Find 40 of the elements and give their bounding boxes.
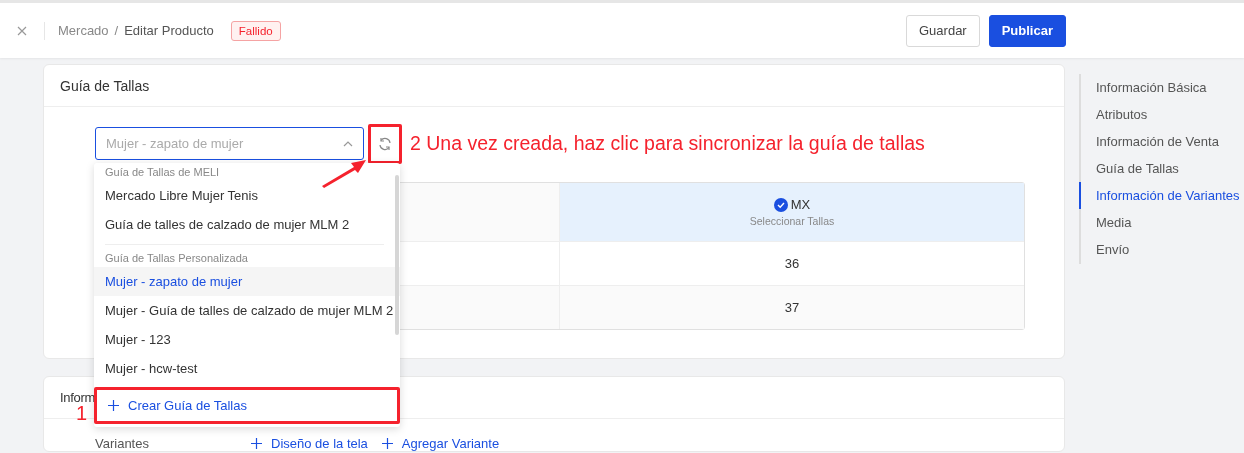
publish-button[interactable]: Publicar <box>988 14 1066 47</box>
annotation-arrow <box>320 158 368 188</box>
nav-item[interactable]: Información Básica <box>1079 74 1240 101</box>
group-label: Guía de Tallas de MELI <box>104 165 220 180</box>
breadcrumb-separator: / <box>114 23 119 38</box>
plus-icon <box>381 438 393 449</box>
breadcrumb-item: Editar Producto <box>124 23 214 38</box>
check-circle-icon[interactable] <box>773 197 788 212</box>
breadcrumb-item[interactable]: Mercado <box>58 23 109 38</box>
dropdown-option[interactable]: Mujer - zapato de mujer <box>94 267 400 296</box>
nav-item[interactable]: Envío <box>1079 236 1240 263</box>
refresh-icon <box>378 136 392 151</box>
caret-icon <box>343 140 353 147</box>
dropdown-option[interactable]: Guía de talles de calzado de mujer MLM 2 <box>94 210 400 239</box>
nav-item[interactable]: Información de Variantes <box>1079 182 1240 209</box>
dropdown-option[interactable]: Mercado Libre Mujer Tenis <box>94 181 400 210</box>
column-subtitle: Seleccionar Tallas <box>749 215 835 227</box>
group-label: Guía de Tallas Personalizada <box>104 251 248 266</box>
table-cell-text: 37 <box>783 299 801 317</box>
nav-item[interactable]: Media <box>1079 209 1240 236</box>
nav-item[interactable]: Información de Venta <box>1079 128 1240 155</box>
nav-item[interactable]: Atributos <box>1079 101 1240 128</box>
table-cell-text: 36 <box>783 255 801 273</box>
card-title: Inform <box>60 390 96 405</box>
plus-icon <box>251 438 262 449</box>
card-title: Guía de Tallas <box>60 77 150 94</box>
dropdown-option[interactable]: Mujer - hcw-test <box>94 354 400 383</box>
status-badge: Fallido <box>230 20 281 41</box>
annotation-number: 1 <box>76 403 88 423</box>
plus-icon <box>108 400 119 411</box>
field-label: Variantes <box>95 436 150 451</box>
add-link[interactable]: Diseño de la tela <box>251 436 368 451</box>
nav-item[interactable]: Guía de Tallas <box>1079 155 1240 182</box>
save-button[interactable]: Guardar <box>906 14 980 47</box>
annotation-text: 2 Una vez creada, haz clic para sincronizar la guía de tallas <box>410 132 925 155</box>
close-icon[interactable] <box>17 25 27 36</box>
add-link[interactable]: Agregar Variante <box>381 436 500 451</box>
dropdown-option[interactable]: Mujer - 123 <box>94 325 400 354</box>
dropdown-option[interactable]: Mujer - Guía de talles de calzado de mujer MLM 2 <box>94 296 400 325</box>
column-title: MX <box>790 197 811 212</box>
